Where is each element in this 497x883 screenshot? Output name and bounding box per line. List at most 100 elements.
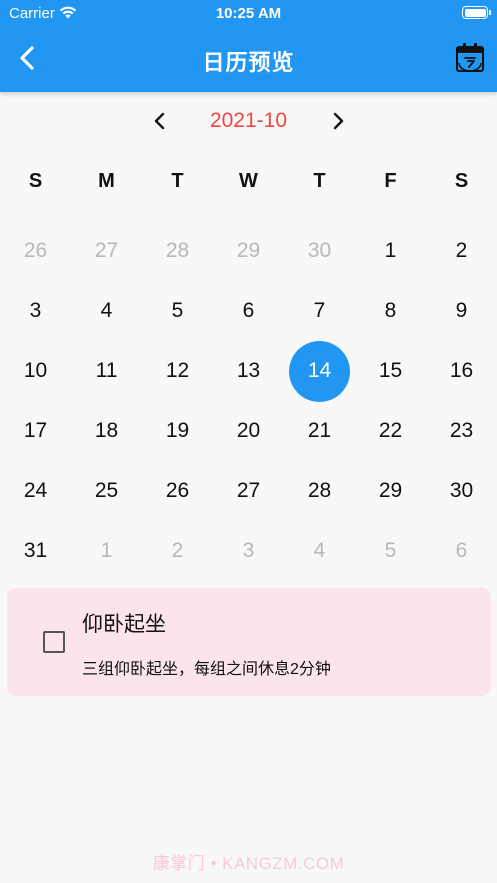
calendar-week-row: 31 1 2 3 4 5 6 (0, 521, 497, 581)
day-number: 15 (378, 359, 403, 382)
calendar-day[interactable]: 30 (284, 221, 355, 281)
battery-icon (462, 6, 491, 19)
calendar-day[interactable]: 27 (71, 221, 142, 281)
calendar-day[interactable]: 2 (426, 221, 497, 281)
watermark: 康掌门 • KANGZM.COM (152, 854, 345, 873)
calendar-day[interactable]: 9 (426, 281, 497, 341)
calendar-day[interactable]: 11 (71, 341, 142, 401)
day-number: 6 (242, 299, 255, 322)
weekday-label: M (98, 170, 115, 192)
day-number: 5 (384, 539, 397, 562)
calendar-day[interactable]: 1 (71, 521, 142, 581)
calendar-day[interactable]: 29 (213, 221, 284, 281)
day-number: 4 (100, 299, 113, 322)
calendar-day[interactable]: 31 (0, 521, 71, 581)
calendar-preview-screen: Carrier 10:25 AM 日历预览 2021-10 S M T W T … (0, 0, 497, 883)
task-description: 三组仰卧起坐，每组之间休息2分钟 (82, 661, 331, 678)
status-time: 10:25 AM (215, 5, 282, 22)
weekday-label: F (384, 170, 397, 192)
calendar-day[interactable]: 3 (213, 521, 284, 581)
calendar-day[interactable]: 25 (71, 461, 142, 521)
day-number: 14 (307, 359, 332, 382)
day-number: 26 (23, 239, 48, 262)
calendar-day[interactable]: 19 (142, 401, 213, 461)
calendar-day[interactable]: 20 (213, 401, 284, 461)
weekday-label: T (171, 170, 184, 192)
calendar-day[interactable]: 21 (284, 401, 355, 461)
calendar-day[interactable]: 4 (71, 281, 142, 341)
calendar-day[interactable]: 24 (0, 461, 71, 521)
calendar-day[interactable]: 10 (0, 341, 71, 401)
calendar-day[interactable]: 5 (355, 521, 426, 581)
day-number: 7 (313, 299, 326, 322)
task-title: 仰卧起坐 (82, 613, 166, 636)
day-number: 11 (95, 359, 118, 382)
day-number: 21 (307, 419, 332, 442)
weekday-label: W (239, 170, 258, 192)
task-checkbox[interactable] (43, 631, 65, 653)
day-number: 24 (23, 479, 48, 502)
day-number: 28 (165, 239, 190, 262)
day-number: 17 (23, 419, 48, 442)
day-number: 3 (29, 299, 42, 322)
day-number: 8 (384, 299, 397, 322)
calendar-day[interactable]: 2 (142, 521, 213, 581)
calendar-day[interactable]: 30 (426, 461, 497, 521)
calendar-day[interactable]: 29 (355, 461, 426, 521)
status-bar: Carrier 10:25 AM (0, 0, 497, 26)
app-bar: 日历预览 (0, 26, 497, 92)
day-number: 28 (307, 479, 332, 502)
page-title: 日历预览 (202, 50, 295, 75)
day-number: 2 (455, 239, 468, 262)
day-number: 23 (449, 419, 474, 442)
calendar-grid: 26 27 28 29 30 1 2 3 4 5 6 7 8 9 10 11 12 13 14 15 16 17 18 19 2… (0, 221, 497, 581)
day-number: 3 (242, 539, 255, 562)
calendar-day[interactable]: 6 (213, 281, 284, 341)
day-number: 10 (23, 359, 48, 382)
day-number: 27 (236, 479, 261, 502)
weekday-label: S (28, 170, 43, 192)
next-month-button[interactable] (326, 109, 350, 133)
calendar-week-row: 17 18 19 20 21 22 23 (0, 401, 497, 461)
calendar-day[interactable]: 17 (0, 401, 71, 461)
calendar-day[interactable]: 1 (355, 221, 426, 281)
calendar-day[interactable]: 27 (213, 461, 284, 521)
month-label: 2021-10 (209, 109, 288, 132)
calendar-day[interactable]: 13 (213, 341, 284, 401)
top-bar: Carrier 10:25 AM 日历预览 (0, 0, 497, 92)
calendar-today-icon[interactable] (455, 42, 485, 74)
calendar-day[interactable]: 28 (142, 221, 213, 281)
day-number: 5 (171, 299, 184, 322)
calendar-day-selected[interactable]: 14 (284, 341, 355, 402)
calendar-day[interactable]: 8 (355, 281, 426, 341)
calendar-day[interactable]: 6 (426, 521, 497, 581)
day-number: 31 (23, 539, 48, 562)
calendar-day[interactable]: 12 (142, 341, 213, 401)
day-number: 18 (94, 419, 119, 442)
weekday-label: S (454, 170, 469, 192)
day-number: 19 (165, 419, 190, 442)
calendar-day[interactable]: 3 (0, 281, 71, 341)
day-number: 6 (455, 539, 468, 562)
day-number: 25 (94, 479, 119, 502)
calendar-day[interactable]: 15 (355, 341, 426, 401)
calendar-day[interactable]: 16 (426, 341, 497, 401)
day-number: 1 (384, 239, 397, 262)
calendar-day[interactable]: 26 (0, 221, 71, 281)
day-number: 13 (236, 359, 261, 382)
day-number: 9 (455, 299, 468, 322)
task-card[interactable]: 仰卧起坐 三组仰卧起坐，每组之间休息2分钟 (7, 588, 491, 696)
weekday-header: S M T W T F S (0, 170, 497, 200)
calendar-day[interactable]: 22 (355, 401, 426, 461)
calendar-day[interactable]: 18 (71, 401, 142, 461)
calendar-day[interactable]: 26 (142, 461, 213, 521)
day-number: 2 (171, 539, 184, 562)
day-number: 29 (236, 239, 261, 262)
calendar-day[interactable]: 23 (426, 401, 497, 461)
calendar-day[interactable]: 28 (284, 461, 355, 521)
calendar-day[interactable]: 5 (142, 281, 213, 341)
day-number: 26 (165, 479, 190, 502)
calendar-day[interactable]: 7 (284, 281, 355, 341)
calendar-day[interactable]: 4 (284, 521, 355, 581)
day-number: 12 (165, 359, 190, 382)
